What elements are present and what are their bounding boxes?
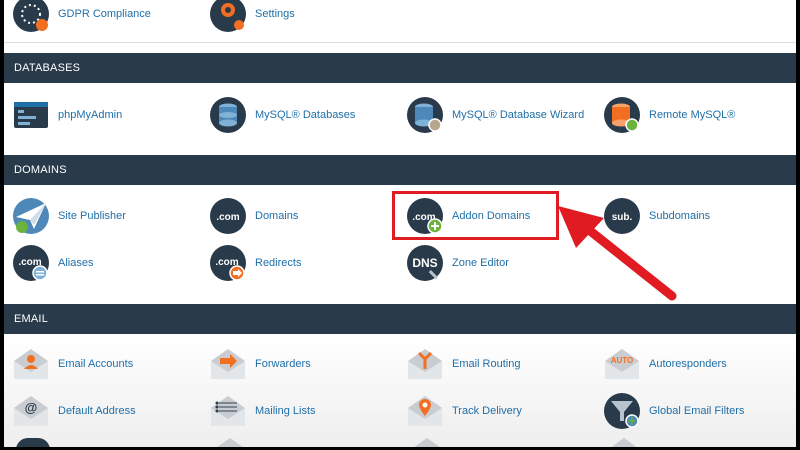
svg-text:@: @ [25,400,38,415]
autoresponders-link[interactable]: AUTO Autoresponders [603,344,727,384]
track-delivery-link[interactable]: Track Delivery [406,391,522,431]
cpanel-frame: GDPR Compliance Settings DATABASES phpMy… [4,0,796,447]
addon-domains-icon: .com [406,197,444,235]
zone-editor-label: Zone Editor [452,257,509,269]
mailing-lists-icon [209,392,247,430]
addon-domains-label: Addon Domains [452,210,531,222]
settings-link[interactable]: Settings [209,0,295,34]
site-publisher-icon [12,197,50,235]
site-publisher-link[interactable]: Site Publisher [12,196,126,236]
redirects-icon: .com [209,244,247,282]
domains-panel: Site Publisher .com Domains .com Addon D… [4,185,796,295]
site-publisher-label: Site Publisher [58,210,126,222]
partial-next-row-icon [607,438,641,447]
svg-text:AUTO: AUTO [611,356,634,365]
mysql-databases-link[interactable]: MySQL® Databases [209,95,355,135]
zone-editor-icon: DNS [406,244,444,282]
phpmyadmin-icon [12,96,50,134]
subdomains-link[interactable]: sub. Subdomains [603,196,710,236]
top-partial-row: GDPR Compliance Settings [4,0,796,42]
default-address-label: Default Address [58,405,136,417]
aliases-link[interactable]: .com Aliases [12,243,93,283]
mailing-lists-link[interactable]: Mailing Lists [209,391,316,431]
email-accounts-link[interactable]: Email Accounts [12,344,133,384]
phpmyadmin-label: phpMyAdmin [58,109,123,121]
redirects-label: Redirects [255,257,302,269]
forwarders-link[interactable]: Forwarders [209,344,311,384]
track-delivery-label: Track Delivery [452,405,522,417]
domains-icon: .com [209,197,247,235]
email-routing-label: Email Routing [452,358,521,370]
mysql-databases-icon [209,96,247,134]
global-email-filters-label: Global Email Filters [649,405,745,417]
zone-editor-link[interactable]: DNS Zone Editor [406,243,509,283]
email-section-header[interactable]: EMAIL [4,304,796,334]
divider [4,42,796,43]
domains-link[interactable]: .com Domains [209,196,298,236]
autoresponders-label: Autoresponders [649,358,727,370]
remote-mysql-label: Remote MySQL® [649,109,736,121]
redirects-link[interactable]: .com Redirects [209,243,301,283]
domains-label: Domains [255,210,299,222]
aliases-label: Aliases [58,257,94,269]
mysql-wizard-link[interactable]: MySQL® Database Wizard [406,95,584,135]
settings-label: Settings [255,8,295,20]
svg-text:DNS: DNS [412,256,437,270]
default-address-icon: @ [12,392,50,430]
settings-icon [209,0,247,33]
autoresponders-icon: AUTO [603,345,641,383]
mailing-lists-label: Mailing Lists [255,405,316,417]
svg-text:sub.: sub. [612,212,633,223]
global-email-filters-icon [603,392,641,430]
gdpr-icon [12,0,50,33]
partial-next-row-icon [410,438,444,447]
databases-panel: phpMyAdmin MySQL® Databases MySQL® Datab… [4,83,796,153]
remote-mysql-link[interactable]: Remote MySQL® [603,95,735,135]
email-accounts-label: Email Accounts [58,358,134,370]
email-accounts-icon [12,345,50,383]
subdomains-icon: sub. [603,197,641,235]
remote-mysql-icon [603,96,641,134]
forwarders-label: Forwarders [255,358,311,370]
partial-next-row-icon [213,438,247,447]
default-address-link[interactable]: @ Default Address [12,391,136,431]
gdpr-compliance-link[interactable]: GDPR Compliance [12,0,151,34]
mysql-wizard-label: MySQL® Database Wizard [452,109,585,121]
forwarders-icon [209,345,247,383]
partial-next-row-icon [16,438,50,447]
global-email-filters-link[interactable]: Global Email Filters [603,391,744,431]
domains-section-header[interactable]: DOMAINS [4,155,796,185]
gdpr-compliance-label: GDPR Compliance [58,8,151,20]
phpmyadmin-link[interactable]: phpMyAdmin [12,95,122,135]
subdomains-label: Subdomains [649,210,711,222]
mysql-wizard-icon [406,96,444,134]
email-routing-icon [406,345,444,383]
aliases-icon: .com [12,244,50,282]
track-delivery-icon [406,392,444,430]
email-panel: Email Accounts Forwarders Email Routing … [4,334,796,447]
email-routing-link[interactable]: Email Routing [406,344,520,384]
addon-domains-link[interactable]: .com Addon Domains [406,196,530,236]
svg-text:.com: .com [216,212,239,223]
databases-section-header[interactable]: DATABASES [4,53,796,83]
mysql-databases-label: MySQL® Databases [255,109,356,121]
